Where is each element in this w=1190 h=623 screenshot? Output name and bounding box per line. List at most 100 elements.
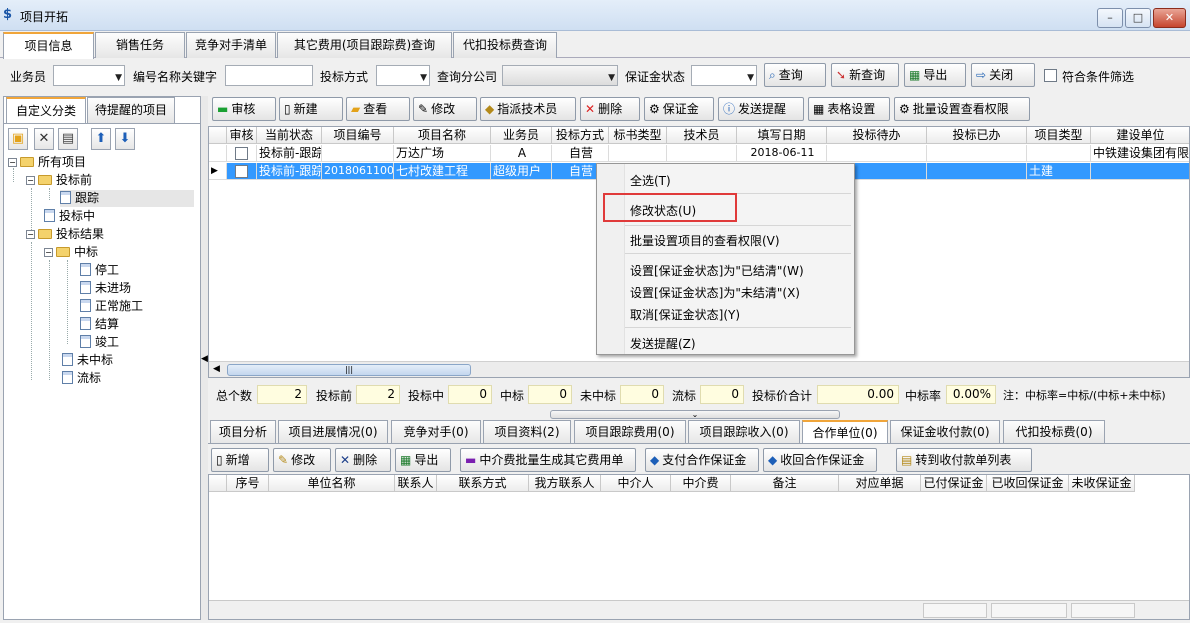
scrollbar-thumb[interactable]: ||| [227, 364, 471, 376]
menu-item-cancel-deposit-status[interactable]: 取消[保证金状态](Y) [630, 306, 740, 323]
column-header[interactable]: 填写日期 [737, 127, 827, 144]
tree-node-tracking[interactable]: 跟踪 [60, 190, 194, 207]
tab-competitors[interactable]: 竞争对手清单 [186, 32, 276, 58]
export-button[interactable]: ▦ 导出 [904, 63, 966, 87]
batch-permission-button[interactable]: ⚙ 批量设置查看权限 [894, 97, 1030, 121]
tree-node-completed[interactable]: 竣工 [80, 334, 119, 351]
delete-icon[interactable]: ✕ [34, 128, 54, 150]
minimize-button[interactable]: – [1097, 8, 1123, 28]
restore-button[interactable]: □ [1125, 8, 1151, 28]
column-header[interactable]: 序号 [227, 475, 269, 492]
to-payment-list-button[interactable]: ▤ 转到收付款单列表 [896, 448, 1032, 472]
column-header[interactable]: 对应单据 [839, 475, 921, 492]
column-header[interactable]: 项目类型 [1027, 127, 1091, 144]
column-header[interactable]: 中介人 [601, 475, 671, 492]
tab-bid-fee-query[interactable]: 代扣投标费查询 [453, 32, 557, 58]
column-header[interactable]: 建设单位 [1091, 127, 1189, 144]
audit-checkbox[interactable] [235, 165, 248, 178]
menu-item-send-reminder[interactable]: 发送提醒(Z) [630, 335, 696, 352]
tab-deposit-payments[interactable]: 保证金收付款(0) [890, 420, 1000, 444]
match-filter-checkbox[interactable] [1044, 69, 1057, 82]
tab-progress[interactable]: 项目进展情况(0) [278, 420, 388, 444]
column-header[interactable]: 标书类型 [609, 127, 667, 144]
tree-node-failed[interactable]: 流标 [62, 370, 101, 387]
collapse-left-icon[interactable]: ◀ [201, 354, 208, 364]
menu-item-select-all[interactable]: 全选(T) [630, 172, 671, 189]
tab-other-fees[interactable]: 其它费用(项目跟踪费)查询 [277, 32, 452, 58]
partner-export-button[interactable]: ▦ 导出 [395, 448, 451, 472]
tree-node-bid-result[interactable]: − 投标结果 [26, 226, 104, 243]
delete-button[interactable]: ✕ 删除 [580, 97, 640, 121]
send-reminder-button[interactable]: ⓘ 发送提醒 [718, 97, 804, 121]
collapse-icon[interactable]: − [44, 248, 53, 257]
menu-item-batch-permission[interactable]: 批量设置项目的查看权限(V) [630, 232, 780, 249]
column-header[interactable]: 技术员 [667, 127, 737, 144]
column-header[interactable]: 投标已办 [927, 127, 1027, 144]
tree-node-bidding[interactable]: 投标中 [44, 208, 95, 225]
tab-bid-fee-deduction[interactable]: 代扣投标费(0) [1003, 420, 1105, 444]
tab-materials[interactable]: 项目资料(2) [483, 420, 571, 444]
column-header[interactable]: 项目编号 [322, 127, 394, 144]
column-header[interactable]: 备注 [731, 475, 839, 492]
column-header[interactable]: 联系方式 [437, 475, 529, 492]
tree-node-halted[interactable]: 停工 [80, 262, 119, 279]
edit-button[interactable]: ✎ 修改 [413, 97, 477, 121]
tree-node-not-entered[interactable]: 未进场 [80, 280, 131, 297]
tab-competitors-detail[interactable]: 竞争对手(0) [391, 420, 481, 444]
tab-project-analysis[interactable]: 项目分析 [210, 420, 276, 444]
bid-method-select[interactable]: ▼ [376, 65, 430, 86]
view-button[interactable]: ▰ 查看 [346, 97, 410, 121]
assign-tech-button[interactable]: ◆ 指派技术员 [480, 97, 576, 121]
menu-item-set-deposit-unsettled[interactable]: 设置[保证金状态]为"未结清"(X) [630, 284, 800, 301]
column-header[interactable]: 当前状态 [257, 127, 322, 144]
tab-project-info[interactable]: 项目信息 [3, 32, 94, 59]
tab-partners[interactable]: 合作单位(0) [802, 420, 888, 444]
tab-tracking-income[interactable]: 项目跟踪收入(0) [688, 420, 800, 444]
close-button[interactable]: ⇨ 关闭 [971, 63, 1035, 87]
generate-fee-button[interactable]: ▬ 中介费批量生成其它费用单 [460, 448, 636, 472]
scroll-left-icon[interactable]: ◀ [213, 364, 220, 374]
partner-edit-button[interactable]: ✎ 修改 [273, 448, 331, 472]
deposit-button[interactable]: ⚙ 保证金 [644, 97, 714, 121]
move-up-icon[interactable]: ⬆ [91, 128, 111, 150]
column-header[interactable]: 审核 [227, 127, 257, 144]
column-header[interactable]: 联系人 [395, 475, 437, 492]
column-header[interactable]: 未收保证金 [1069, 475, 1135, 492]
column-header[interactable]: 投标方式 [552, 127, 609, 144]
column-header[interactable]: 已收回保证金 [987, 475, 1069, 492]
column-header[interactable]: 业务员 [491, 127, 552, 144]
tree-node-normal-construction[interactable]: 正常施工 [80, 298, 143, 315]
branch-select[interactable]: ▼ [502, 65, 618, 86]
keyword-input[interactable] [225, 65, 313, 86]
properties-icon[interactable]: ▤ [58, 128, 78, 150]
column-header[interactable]: 已付保证金 [921, 475, 987, 492]
pay-deposit-button[interactable]: ◆ 支付合作保证金 [645, 448, 759, 472]
audit-button[interactable]: ▬ 审核 [212, 97, 276, 121]
close-window-button[interactable]: ✕ [1153, 8, 1186, 28]
new-query-button[interactable]: ➘ 新查询 [831, 63, 899, 87]
tree-node-settlement[interactable]: 结算 [80, 316, 119, 333]
panel-splitter[interactable]: ◀ [201, 96, 208, 620]
add-folder-icon[interactable]: ▣ [8, 128, 28, 150]
column-header[interactable]: 单位名称 [269, 475, 395, 492]
tab-tracking-fees[interactable]: 项目跟踪费用(0) [574, 420, 686, 444]
tab-sales-tasks[interactable]: 销售任务 [95, 32, 185, 58]
query-button[interactable]: ⌕ 查询 [764, 63, 826, 87]
recover-deposit-button[interactable]: ◆ 收回合作保证金 [763, 448, 877, 472]
collapse-icon[interactable]: − [26, 176, 35, 185]
collapse-icon[interactable]: − [8, 158, 17, 167]
menu-item-set-deposit-settled[interactable]: 设置[保证金状态]为"已结清"(W) [630, 262, 804, 279]
add-button[interactable]: ▯ 新增 [211, 448, 269, 472]
new-button[interactable]: ▯ 新建 [279, 97, 343, 121]
tree-node-all-projects[interactable]: − 所有项目 [8, 154, 86, 171]
salesman-select[interactable]: ▼ [53, 65, 125, 86]
tree-node-pre-bid[interactable]: − 投标前 [26, 172, 92, 189]
column-header[interactable]: 中介费 [671, 475, 731, 492]
table-settings-button[interactable]: ▦ 表格设置 [808, 97, 890, 121]
vertical-splitter-handle[interactable]: ⌄ [550, 410, 840, 419]
column-header[interactable]: 投标待办 [827, 127, 927, 144]
tree-node-won[interactable]: − 中标 [44, 244, 98, 261]
column-header[interactable]: 我方联系人 [529, 475, 601, 492]
move-down-icon[interactable]: ⬇ [115, 128, 135, 150]
tree-node-not-won[interactable]: 未中标 [62, 352, 113, 369]
